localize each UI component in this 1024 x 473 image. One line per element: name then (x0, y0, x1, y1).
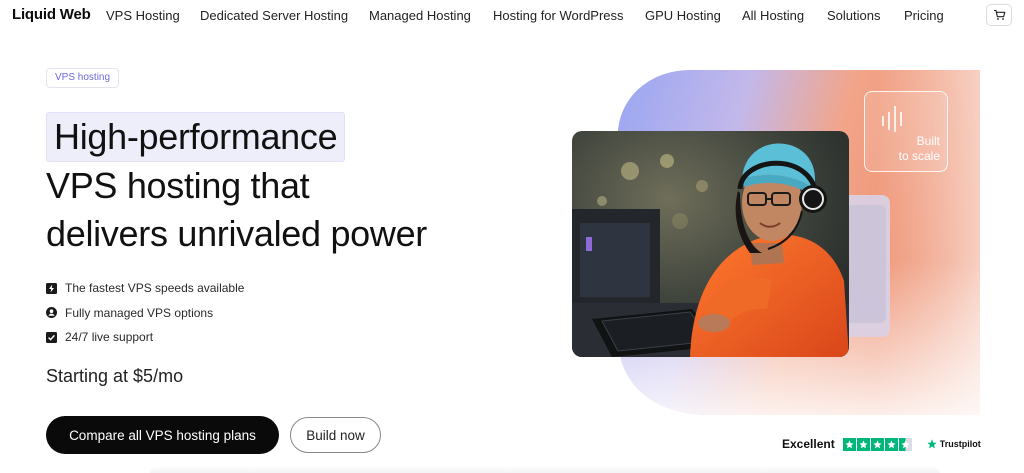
top-navigation: Liquid Web VPS Hosting Dedicated Server … (0, 0, 1024, 32)
feature-item: 24/7 live support (46, 325, 244, 350)
compare-plans-button[interactable]: Compare all VPS hosting plans (46, 416, 279, 454)
half-star-icon (898, 437, 912, 451)
user-icon (46, 307, 57, 319)
nav-link-managed-hosting[interactable]: Managed Hosting (369, 8, 471, 23)
nav-link-vps-hosting[interactable]: VPS Hosting (106, 8, 180, 23)
scale-line-1: Built (916, 134, 940, 148)
built-to-scale-text: Built to scale (890, 134, 940, 164)
feature-item: The fastest VPS speeds available (46, 276, 244, 301)
nav-link-solutions[interactable]: Solutions (827, 8, 880, 23)
trustpilot-rating[interactable]: Excellent Trustpilot (782, 436, 981, 452)
rating-label: Excellent (782, 437, 835, 451)
star-icon (884, 437, 898, 451)
trustpilot-star-icon (927, 439, 937, 449)
sound-bars-icon (882, 106, 902, 132)
feature-label: The fastest VPS speeds available (65, 281, 245, 296)
headline-line-2: VPS hosting that (46, 165, 310, 206)
star-icon (842, 437, 856, 451)
feature-label: Fully managed VPS options (65, 305, 214, 320)
nav-link-pricing[interactable]: Pricing (904, 8, 944, 23)
checkbox-icon (46, 331, 57, 343)
vps-hosting-badge: VPS hosting (46, 68, 120, 88)
star-icon (870, 437, 884, 451)
nav-link-gpu-hosting[interactable]: GPU Hosting (645, 8, 721, 23)
cart-icon (993, 9, 1005, 20)
headline-highlight: High-performance (46, 112, 346, 162)
feature-list: The fastest VPS speeds available Fully m… (46, 276, 244, 350)
starting-price: Starting at $5/mo (46, 366, 184, 386)
feature-label: 24/7 live support (65, 330, 154, 345)
section-edge (150, 466, 940, 473)
build-now-button[interactable]: Build now (290, 417, 381, 453)
nav-link-all-hosting[interactable]: All Hosting (742, 8, 804, 23)
cart-button[interactable] (986, 4, 1012, 26)
rating-stars (842, 437, 913, 451)
lightning-icon (46, 282, 57, 294)
trustpilot-brand: Trustpilot (939, 439, 981, 449)
gamer-photo (572, 131, 849, 357)
scale-line-2: to scale (898, 149, 940, 163)
nav-link-hosting-for-wordpress[interactable]: Hosting for WordPress (493, 8, 624, 23)
trustpilot-logo: Trustpilot (927, 439, 981, 449)
hero-headline: High-performance VPS hosting that delive… (46, 112, 506, 258)
star-icon (856, 437, 870, 451)
feature-item: Fully managed VPS options (46, 301, 244, 326)
headline-line-3: delivers unrivaled power (46, 213, 427, 254)
nav-link-dedicated-server-hosting[interactable]: Dedicated Server Hosting (200, 8, 348, 23)
logo[interactable]: Liquid Web (12, 6, 91, 23)
